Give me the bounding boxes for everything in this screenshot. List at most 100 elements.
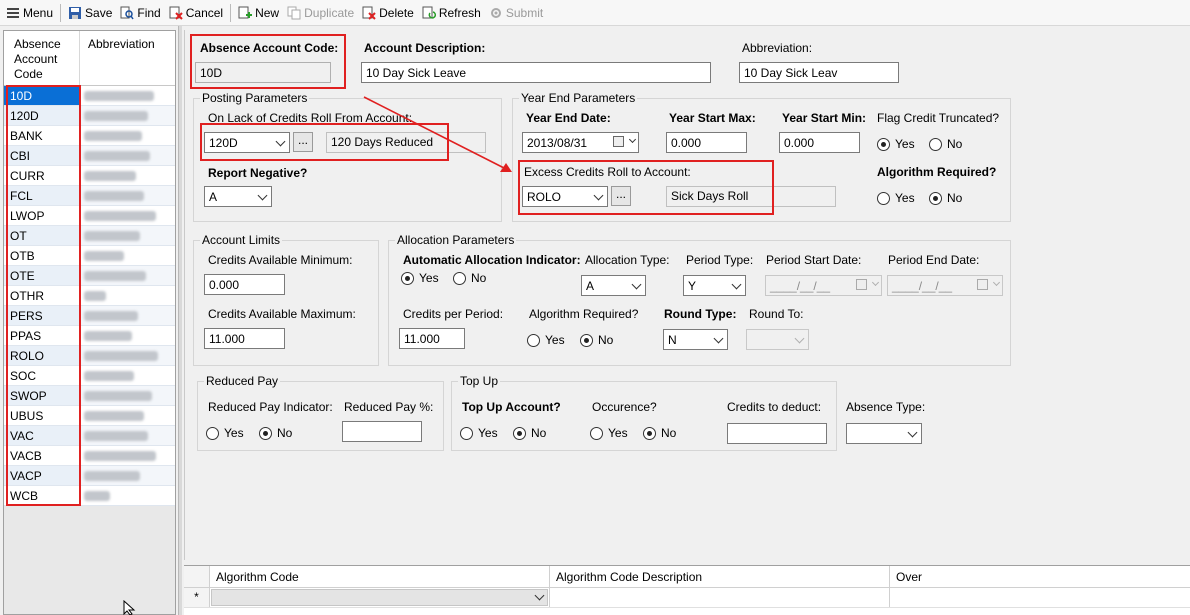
refresh-icon — [422, 6, 436, 20]
list-item[interactable]: VACB — [4, 446, 175, 466]
list-item[interactable]: LWOP — [4, 206, 175, 226]
list-item[interactable]: PPAS — [4, 326, 175, 346]
alloc-algorithm-no-radio[interactable]: No — [580, 333, 613, 347]
abbreviation-field[interactable]: 10 Day Sick Leav — [739, 62, 899, 83]
delete-button[interactable]: Delete — [358, 2, 418, 24]
list-item[interactable]: VAC — [4, 426, 175, 446]
reduced-pay-no-radio[interactable]: No — [259, 426, 292, 440]
round-type-select[interactable]: N — [663, 329, 728, 350]
period-end-date-picker[interactable]: ____/__/__ — [887, 275, 1003, 296]
list-item[interactable]: WCB — [4, 486, 175, 506]
list-item[interactable]: OTHR — [4, 286, 175, 306]
new-button[interactable]: New — [234, 2, 283, 24]
list-item[interactable]: SWOP — [4, 386, 175, 406]
account-list-header: Absence Account Code Abbreviation — [4, 31, 175, 86]
flag-truncated-no-radio[interactable]: No — [929, 137, 962, 151]
allocation-type-label: Allocation Type: — [585, 253, 670, 267]
list-item[interactable]: CBI — [4, 146, 175, 166]
ye-algorithm-yes-radio[interactable]: Yes — [877, 191, 915, 205]
redacted-text — [84, 211, 156, 221]
auto-allocation-yes-radio[interactable]: Yes — [401, 271, 439, 285]
year-end-date-picker[interactable]: 2013/08/31 — [522, 132, 639, 153]
list-item[interactable]: 10D — [4, 86, 175, 106]
occurence-yes-radio[interactable]: Yes — [590, 426, 628, 440]
occurence-no-radio[interactable]: No — [643, 426, 676, 440]
column-header-abbreviation[interactable]: Abbreviation — [80, 31, 175, 85]
calendar-icon[interactable] — [613, 136, 624, 147]
list-item[interactable]: PERS — [4, 306, 175, 326]
excess-credits-lookup-button[interactable]: ... — [611, 186, 631, 206]
allocation-type-select[interactable]: A — [581, 275, 646, 296]
refresh-button[interactable]: Refresh — [418, 2, 485, 24]
credits-to-deduct-field[interactable] — [727, 423, 827, 444]
ye-algorithm-no-radio[interactable]: No — [929, 191, 962, 205]
report-negative-select[interactable]: A — [204, 186, 272, 207]
year-start-max-field[interactable]: 0.000 — [666, 132, 747, 153]
column-header-algorithm-code[interactable]: Algorithm Code — [210, 566, 550, 587]
year-start-min-field[interactable]: 0.000 — [779, 132, 860, 153]
algorithm-code-select[interactable] — [210, 588, 550, 607]
redacted-text — [84, 411, 144, 421]
duplicate-button[interactable]: Duplicate — [283, 2, 358, 24]
column-header-algorithm-description[interactable]: Algorithm Code Description — [550, 566, 890, 587]
period-start-date-picker[interactable]: ____/__/__ — [765, 275, 882, 296]
list-item-abbreviation — [80, 266, 175, 285]
credits-max-label: Credits Available Maximum: — [208, 307, 356, 321]
list-item-code: PPAS — [4, 326, 80, 345]
reduced-pay-yes-radio[interactable]: Yes — [206, 426, 244, 440]
round-to-select[interactable] — [746, 329, 809, 350]
account-description-field[interactable]: 10 Day Sick Leave — [361, 62, 711, 83]
credits-per-period-field[interactable]: 11.000 — [399, 328, 465, 349]
absence-type-select[interactable] — [846, 423, 922, 444]
chevron-down-icon — [257, 190, 268, 201]
chevron-down-icon — [871, 278, 880, 287]
cancel-button[interactable]: Cancel — [165, 2, 227, 24]
list-item[interactable]: ROLO — [4, 346, 175, 366]
delete-icon — [362, 6, 376, 20]
list-item-code: SWOP — [4, 386, 80, 405]
splitter[interactable] — [178, 26, 182, 615]
list-item[interactable]: CURR — [4, 166, 175, 186]
credits-min-label: Credits Available Minimum: — [208, 253, 353, 267]
menu-button[interactable]: Menu — [2, 2, 57, 24]
roll-from-account-select[interactable]: 120D — [204, 132, 290, 153]
top-up-yes-radio[interactable]: Yes — [460, 426, 498, 440]
auto-allocation-no-radio[interactable]: No — [453, 271, 486, 285]
list-item[interactable]: FCL — [4, 186, 175, 206]
list-item[interactable]: UBUS — [4, 406, 175, 426]
list-item[interactable]: OT — [4, 226, 175, 246]
list-item[interactable]: VACP — [4, 466, 175, 486]
find-button[interactable]: Find — [116, 2, 164, 24]
reduced-pay-pct-field[interactable] — [342, 421, 422, 442]
excess-credits-label: Excess Credits Roll to Account: — [524, 165, 691, 179]
save-button[interactable]: Save — [64, 2, 116, 24]
column-header-code[interactable]: Absence Account Code — [4, 31, 80, 85]
duplicate-icon — [287, 6, 301, 20]
roll-from-lookup-button[interactable]: ... — [293, 132, 313, 152]
absence-account-code-field[interactable]: 10D — [195, 62, 331, 83]
list-item[interactable]: OTE — [4, 266, 175, 286]
table-row[interactable]: * — [184, 588, 1190, 608]
excess-credits-account-select[interactable]: ROLO — [522, 186, 608, 207]
alloc-algorithm-yes-radio[interactable]: Yes — [527, 333, 565, 347]
list-item[interactable]: 120D — [4, 106, 175, 126]
credits-min-field[interactable]: 0.000 — [204, 274, 285, 295]
period-type-select[interactable]: Y — [683, 275, 746, 296]
auto-allocation-label: Automatic Allocation Indicator: — [403, 253, 581, 267]
redacted-text — [84, 391, 152, 401]
list-item-abbreviation — [80, 426, 175, 445]
over-cell[interactable] — [890, 588, 1190, 607]
list-item-abbreviation — [80, 486, 175, 505]
submit-button[interactable]: Submit — [485, 2, 547, 24]
list-item[interactable]: BANK — [4, 126, 175, 146]
credits-max-field[interactable]: 11.000 — [204, 328, 285, 349]
list-item-code: CBI — [4, 146, 80, 165]
top-up-no-radio[interactable]: No — [513, 426, 546, 440]
list-item[interactable]: OTB — [4, 246, 175, 266]
flag-truncated-yes-radio[interactable]: Yes — [877, 137, 915, 151]
column-header-over[interactable]: Over — [890, 566, 1190, 587]
algorithm-description-cell[interactable] — [550, 588, 890, 607]
list-item[interactable]: SOC — [4, 366, 175, 386]
list-item-code: OTE — [4, 266, 80, 285]
chevron-down-icon — [907, 427, 918, 438]
